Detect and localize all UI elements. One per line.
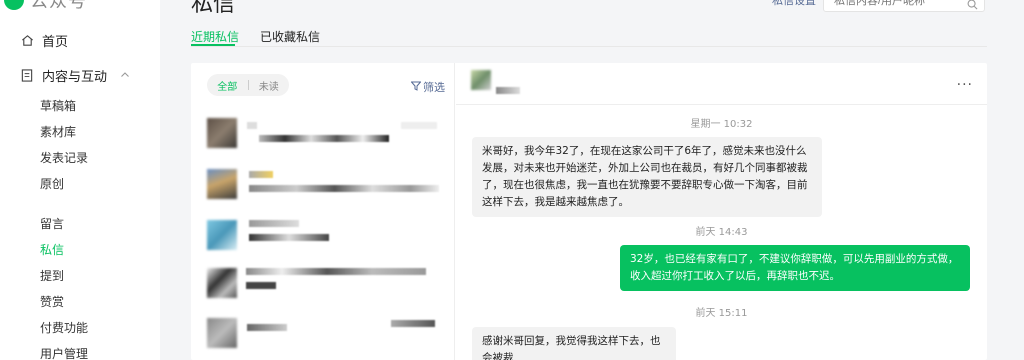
logo-text: 公众号 [30, 0, 87, 12]
contact-avatar[interactable] [471, 70, 491, 90]
search-input[interactable] [834, 0, 964, 7]
sidebar-item-paid[interactable]: 付费功能 [40, 320, 88, 336]
sidebar-item-mentions[interactable]: 提到 [40, 268, 64, 284]
home-icon [20, 33, 34, 47]
sidebar-item-materials[interactable]: 素材库 [40, 124, 76, 140]
avatar [207, 268, 237, 298]
search-box[interactable] [823, 0, 985, 12]
chat-pane: ··· 星期一 10:32 米哥好，我今年32了，在现在这家公司干了6年了，感觉… [456, 63, 987, 360]
page-title: 私信 [191, 0, 236, 17]
redacted-name [247, 122, 257, 129]
redacted-name [249, 171, 273, 178]
message-timestamp: 前天 15:11 [695, 308, 748, 319]
message-settings-link[interactable]: 私信设置 [772, 0, 816, 8]
redacted-preview [249, 185, 439, 192]
sidebar-item-rewards[interactable]: 赞赏 [40, 294, 64, 310]
logo[interactable]: 公众号 [4, 0, 87, 12]
sidebar-item-home[interactable]: 首页 [20, 30, 68, 50]
redacted-preview-2 [246, 282, 276, 289]
redacted-time [401, 122, 437, 129]
messages-panel: 全部 未读 筛选 ··· 星期一 10:32 米哥好，我今年32了，在现在这家公… [191, 63, 987, 360]
avatar [207, 318, 237, 348]
sidebar-group-content[interactable]: 内容与互动 [20, 65, 107, 85]
avatar [207, 220, 237, 250]
sidebar-item-users[interactable]: 用户管理 [40, 346, 88, 360]
more-options-icon[interactable]: ··· [957, 77, 973, 93]
read-filter-toggle: 全部 未读 [207, 74, 289, 96]
tab-recent-messages[interactable]: 近期私信 [191, 28, 239, 45]
filter-label: 筛选 [423, 81, 445, 94]
filter-all[interactable]: 全部 [207, 78, 248, 93]
redacted-name [249, 220, 299, 227]
redacted-time [391, 320, 435, 327]
tabs-divider [191, 46, 987, 47]
outgoing-message: 32岁，也已经有家有口了，不建议你辞职做，可以先用副业的方式做，收入超过你打工收… [620, 245, 970, 291]
conversation-list: 全部 未读 筛选 [191, 63, 455, 360]
document-icon [20, 68, 34, 82]
filter-icon [410, 81, 422, 94]
chat-header: ··· [456, 63, 987, 105]
message-timestamp: 前天 14:43 [695, 227, 748, 238]
sidebar: 公众号 首页 内容与互动 草稿箱 素材库 发表记录 原创 留言 私信 提到 赞赏… [0, 0, 160, 360]
avatar [207, 118, 237, 148]
sidebar-item-comments[interactable]: 留言 [40, 216, 64, 232]
filter-button[interactable]: 筛选 [410, 79, 445, 95]
search-icon[interactable] [967, 0, 978, 14]
redacted-preview [246, 268, 426, 275]
chevron-up-icon[interactable] [120, 70, 130, 80]
conversation-item[interactable] [191, 169, 455, 217]
sidebar-item-original[interactable]: 原创 [40, 176, 64, 192]
message-timestamp: 星期一 10:32 [690, 119, 753, 130]
sidebar-item-messages[interactable]: 私信 [40, 242, 64, 258]
sidebar-item-label: 首页 [42, 34, 69, 50]
incoming-message: 感谢米哥回复，我觉得我这样下去，也会被裁 [472, 327, 676, 360]
redacted-preview [259, 135, 389, 142]
filter-unread[interactable]: 未读 [249, 78, 290, 93]
redacted-contact-name [496, 87, 520, 94]
avatar [207, 169, 237, 199]
sidebar-group-label: 内容与互动 [42, 69, 108, 85]
tab-saved-messages[interactable]: 已收藏私信 [260, 28, 320, 45]
redacted-preview [249, 234, 329, 241]
conversation-item[interactable] [191, 220, 455, 268]
conversation-item[interactable] [191, 118, 455, 166]
sidebar-item-published[interactable]: 发表记录 [40, 150, 88, 166]
conversation-item[interactable] [191, 268, 455, 316]
sidebar-item-drafts[interactable]: 草稿箱 [40, 98, 76, 114]
conversation-item[interactable] [191, 318, 455, 360]
incoming-message: 米哥好，我今年32了，在现在这家公司干了6年了，感觉未来也没什么发展，对未来也开… [472, 137, 822, 217]
wechat-logo-icon [4, 0, 24, 10]
redacted-name [247, 324, 287, 331]
